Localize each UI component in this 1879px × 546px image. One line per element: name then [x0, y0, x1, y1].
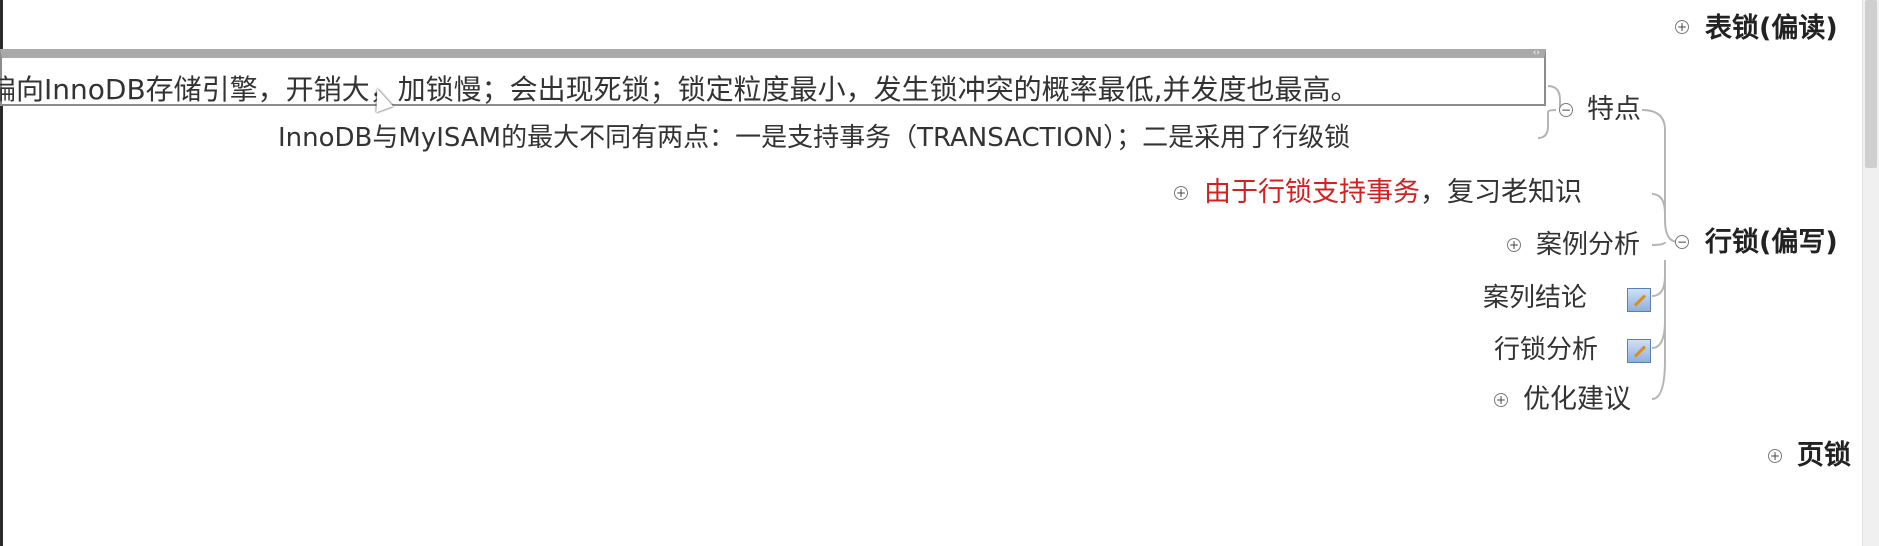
case-analysis-node[interactable]: 案例分析 — [1536, 232, 1640, 258]
features-node[interactable]: 特点 — [1587, 96, 1641, 123]
row-lock-node[interactable]: 行锁(偏写) — [1705, 229, 1838, 256]
optimization-node[interactable]: 优化建议 — [1523, 386, 1631, 413]
features-collapse-icon[interactable]: − — [1559, 103, 1573, 117]
review-rest-text: ，复习老知识 — [1420, 177, 1582, 208]
review-node[interactable]: 由于行锁支持事务，复习老知识 — [1204, 179, 1582, 206]
note-icon[interactable] — [1627, 339, 1651, 363]
edit-box-text[interactable]: 偏向InnoDB存储引擎，开销大，加锁慢；会出现死锁；锁定粒度最小，发生锁冲突的… — [0, 68, 1359, 108]
resize-grip-icon[interactable]: ‹› — [1533, 49, 1540, 58]
case-analysis-expand-icon[interactable]: + — [1507, 238, 1521, 252]
case-conclusion-node[interactable]: 案列结论 — [1483, 285, 1587, 311]
page-lock-node[interactable]: 页锁 — [1797, 442, 1851, 469]
table-lock-expand-icon[interactable]: + — [1675, 20, 1689, 34]
vertical-scrollbar[interactable] — [1862, 0, 1879, 546]
review-highlight-text: 由于行锁支持事务 — [1204, 177, 1420, 208]
row-lock-collapse-icon[interactable]: − — [1675, 235, 1689, 249]
innodb-difference-node[interactable]: InnoDB与MyISAM的最大不同有两点：一是支持事务（TRANSACTION… — [278, 125, 1350, 151]
row-lock-analysis-node[interactable]: 行锁分析 — [1494, 337, 1598, 363]
page-lock-expand-icon[interactable]: + — [1768, 449, 1782, 463]
review-expand-icon[interactable]: + — [1174, 186, 1188, 200]
table-lock-node[interactable]: 表锁(偏读) — [1705, 15, 1838, 42]
optimization-expand-icon[interactable]: + — [1494, 393, 1508, 407]
scrollbar-thumb[interactable] — [1865, 0, 1877, 168]
node-edit-box[interactable]: ‹› 偏向InnoDB存储引擎，开销大，加锁慢；会出现死锁；锁定粒度最小，发生锁… — [0, 49, 1546, 106]
note-icon[interactable] — [1627, 288, 1651, 312]
